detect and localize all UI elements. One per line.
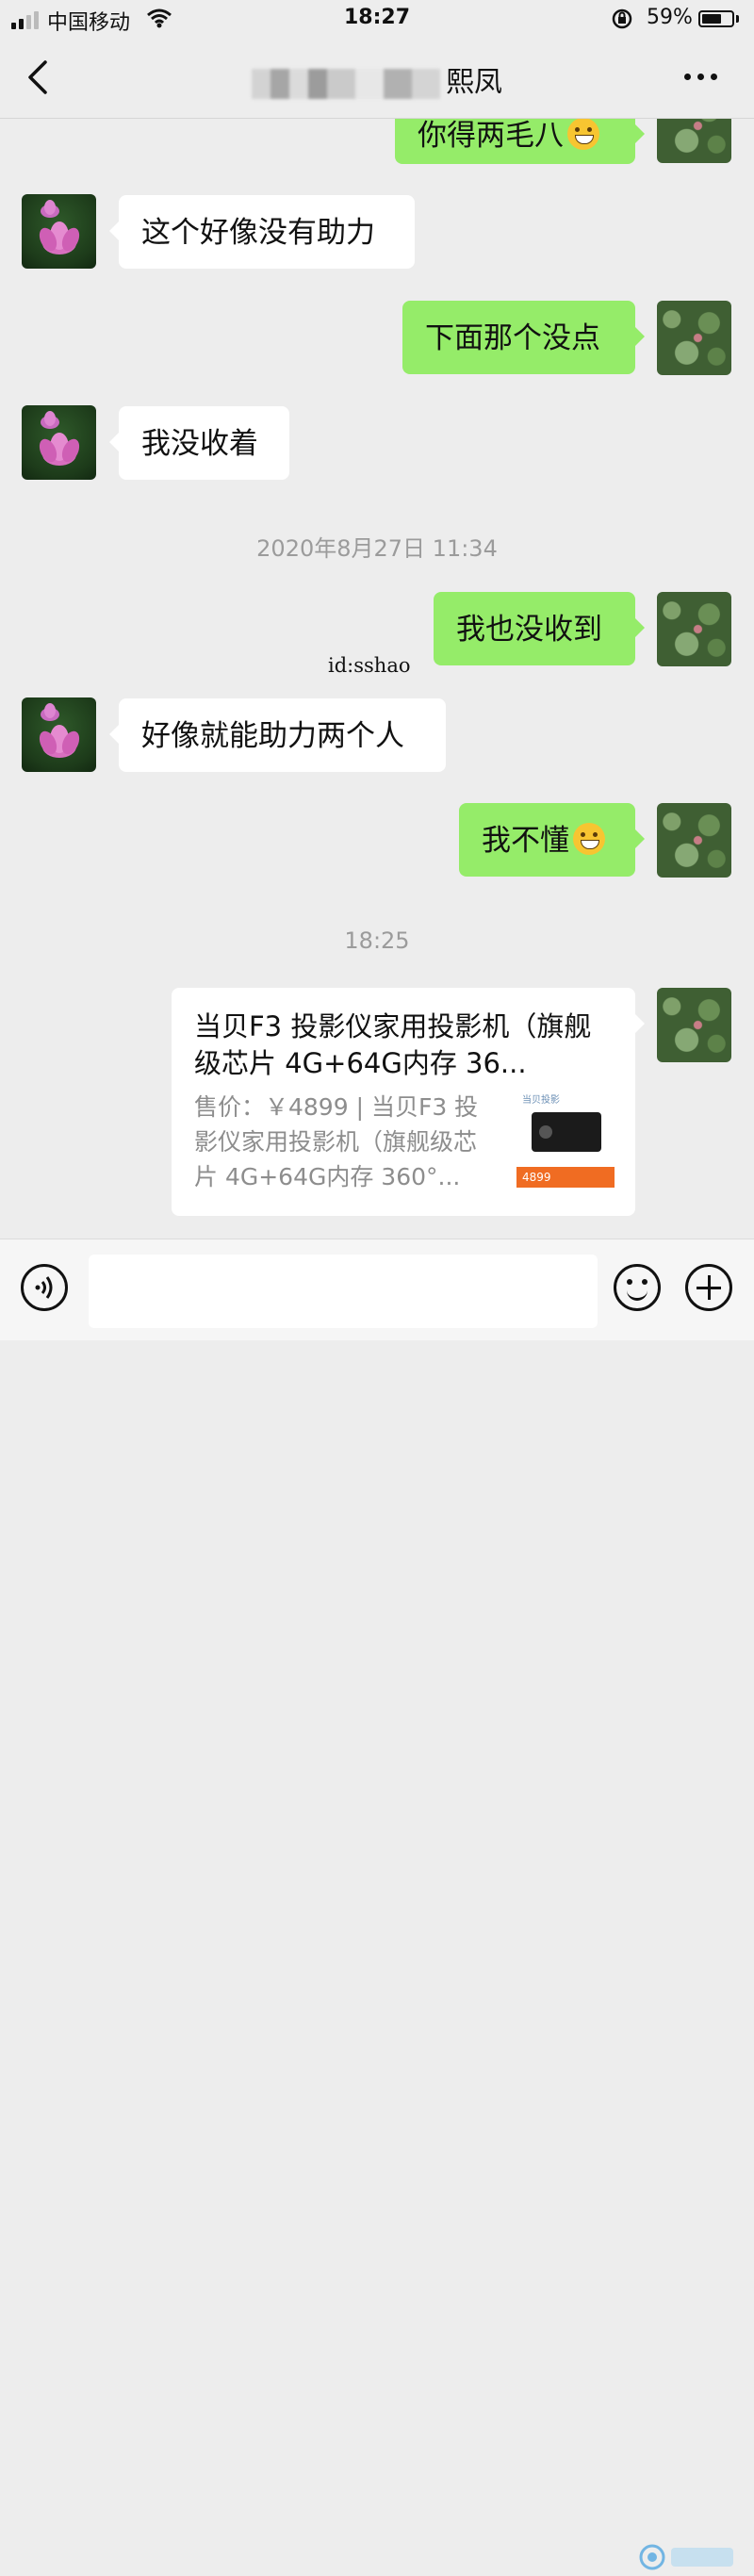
chat-header: 熙凤 (0, 38, 754, 119)
message-input[interactable] (89, 1255, 598, 1328)
message-list[interactable]: 你得两毛八 这个好像没有助力 下面那个没点 我没收着 2020年8月27日 11… (0, 119, 754, 1239)
thumbnail-price-band: 4899 (516, 1167, 615, 1188)
message-bubble-in[interactable]: 我没收着 (109, 406, 289, 480)
avatar-contact[interactable] (22, 697, 96, 772)
product-title: 当贝F3 投影仪家用投影机（旗舰级芯片 4G+64G内存 36... (194, 1010, 592, 1079)
product-card[interactable]: 当贝F3 投影仪家用投影机（旗舰级芯片 4G+64G内存 36... 售价：￥4… (172, 988, 645, 1216)
avatar-self[interactable] (657, 301, 731, 375)
message-text: 我不懂 (482, 824, 569, 858)
avatar-self[interactable] (657, 803, 731, 878)
status-bar: 中国移动 18:27 59% (0, 0, 754, 38)
chat-title: 熙凤 (0, 58, 754, 100)
product-description: 售价：￥4899 | 当贝F3 投影仪家用投影机（旗舰级芯片 4G+64G内存 … (194, 1093, 479, 1190)
battery-tip (736, 15, 739, 23)
message-text: 下面那个没点 (425, 321, 600, 355)
message-text: 好像就能助力两个人 (141, 719, 404, 753)
timestamp: 18:25 (344, 927, 410, 954)
message-bubble-out[interactable]: 我也没收到 (434, 592, 645, 665)
message-bubble-out[interactable]: 你得两毛八 (395, 119, 645, 164)
timestamp: 2020年8月27日 11:34 (256, 535, 498, 562)
grinning-emoji-icon (567, 119, 599, 150)
battery-percent: 59% (647, 6, 693, 29)
orientation-lock-icon (612, 8, 632, 29)
message-bubble-out[interactable]: 下面那个没点 (402, 301, 645, 374)
message-bubble-in[interactable]: 这个好像没有助力 (109, 195, 415, 269)
avatar-self[interactable] (657, 988, 731, 1062)
emoji-icon[interactable] (614, 1264, 661, 1311)
voice-icon[interactable] (21, 1264, 68, 1311)
lotus-icon (39, 703, 80, 758)
projector-image (532, 1112, 601, 1152)
message-text: 我也没收到 (456, 613, 602, 647)
lotus-icon (39, 411, 80, 466)
message-text: 我没收着 (141, 427, 258, 461)
status-time: 18:27 (343, 6, 411, 29)
thinking-emoji-icon (573, 823, 605, 855)
battery-icon (698, 10, 734, 27)
message-bubble-in[interactable]: 好像就能助力两个人 (109, 698, 446, 772)
plus-icon[interactable] (685, 1264, 732, 1311)
watermark-id: id:sshao (328, 654, 411, 677)
blurred-name (252, 68, 440, 99)
avatar-contact[interactable] (22, 194, 96, 269)
message-text: 你得两毛八 (418, 119, 564, 153)
more-icon[interactable] (684, 74, 717, 80)
avatar-self[interactable] (657, 119, 731, 163)
thumbnail-brand: 当贝投影 (522, 1095, 560, 1106)
avatar-contact[interactable] (22, 405, 96, 480)
message-text: 这个好像没有助力 (141, 216, 375, 250)
avatar-self[interactable] (657, 592, 731, 666)
chat-title-text: 熙凤 (446, 66, 502, 99)
product-thumbnail: 当贝投影 4899 (516, 1090, 615, 1188)
watermark-logo (639, 2544, 733, 2570)
input-bar (0, 1239, 754, 2570)
message-bubble-out[interactable]: 我不懂 (459, 803, 645, 877)
lotus-icon (39, 200, 80, 254)
